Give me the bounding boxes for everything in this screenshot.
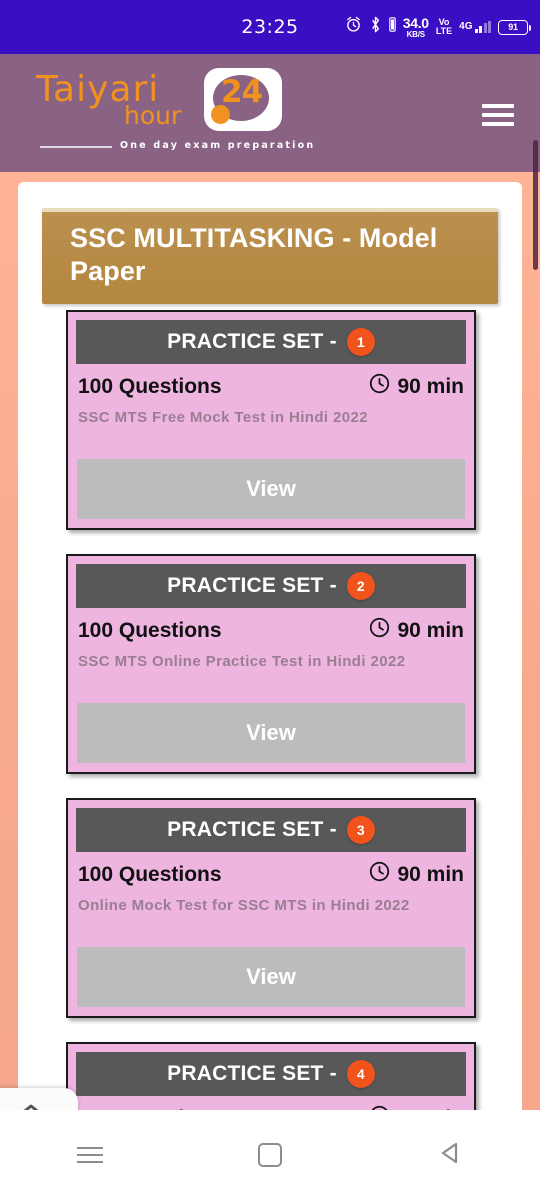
card-header: PRACTICE SET - 4 (76, 1052, 466, 1096)
card-description: SSC MTS Online Practice Test in Hindi 20… (78, 653, 406, 670)
content-container: SSC MULTITASKING - Model Paper PRACTICE … (18, 182, 522, 1110)
duration-group: 90 min (369, 373, 464, 400)
logo-24-badge: 24 (204, 68, 282, 131)
hamburger-menu-icon[interactable] (482, 104, 514, 126)
practice-set-card[interactable]: PRACTICE SET - 3 100 Questions 90 min On… (66, 798, 476, 1018)
volte-icon: Vo LTE (436, 18, 452, 36)
logo-badge-number: 24 (221, 74, 263, 110)
card-meta-row: 100 Questions 90 min (68, 611, 474, 646)
question-count: 100 Questions (78, 374, 222, 398)
question-count: 100 Questions (78, 618, 222, 642)
card-number-badge: 2 (346, 572, 375, 600)
card-title: PRACTICE SET - (167, 1062, 337, 1085)
logo-divider (40, 146, 112, 148)
nav-recents-button[interactable] (45, 1128, 135, 1182)
brand-logo[interactable]: Taiyari hour 24 One day exam preparation (36, 68, 313, 162)
card-number-badge: 1 (346, 328, 375, 356)
card-meta-row: 100 Questions 90 min (68, 367, 474, 402)
nav-home-button[interactable] (225, 1128, 315, 1182)
home-square-icon (258, 1143, 282, 1167)
card-header: PRACTICE SET - 1 (76, 320, 466, 364)
card-description: Online Mock Test for SSC MTS in Hindi 20… (78, 897, 410, 914)
network-speed-unit: KB/S (406, 29, 426, 39)
card-meta-row: 100 Questions 90 min (68, 1099, 474, 1110)
card-meta-row: 100 Questions 90 min (68, 855, 474, 890)
signal-bars-icon (474, 21, 491, 33)
clock-icon (369, 373, 390, 400)
card-title: PRACTICE SET - (167, 574, 337, 597)
battery-icon: 91 (498, 19, 531, 35)
card-number-badge: 3 (346, 816, 375, 844)
card-header: PRACTICE SET - 2 (76, 564, 466, 608)
app-header: Taiyari hour 24 One day exam preparation (0, 54, 540, 172)
practice-set-card[interactable]: PRACTICE SET - 1 100 Questions 90 min SS… (66, 310, 476, 530)
clock-icon (369, 861, 390, 888)
back-triangle-icon (439, 1141, 461, 1170)
view-button[interactable]: View (77, 947, 465, 1007)
logo-tagline: One day exam preparation (120, 140, 316, 151)
network-speed-value: 34.0 (402, 14, 429, 31)
android-nav-bar (0, 1110, 540, 1200)
network-type-label: 4G (459, 21, 473, 32)
card-title: PRACTICE SET - (167, 818, 337, 841)
card-title: PRACTICE SET - (167, 330, 337, 353)
view-button[interactable]: View (77, 703, 465, 763)
practice-set-list: PRACTICE SET - 1 100 Questions 90 min SS… (66, 310, 476, 1110)
bluetooth-battery-icon (389, 17, 396, 37)
page-title: SSC MULTITASKING - Model Paper (70, 223, 438, 286)
signal-strength-icon: 4G (459, 21, 491, 33)
network-speed-indicator: 34.0 KB/S (403, 16, 429, 39)
page-title-banner: SSC MULTITASKING - Model Paper (42, 208, 498, 304)
card-number-badge: 4 (346, 1060, 375, 1088)
duration-text: 90 min (397, 374, 464, 398)
duration-text: 90 min (397, 862, 464, 886)
question-count: 100 Questions (78, 862, 222, 886)
logo-secondary-text: hour (124, 101, 182, 130)
status-bar-icons: 34.0 KB/S Vo LTE 4G 91 (345, 16, 531, 39)
practice-set-card[interactable]: PRACTICE SET - 4 100 Questions (66, 1042, 476, 1110)
page-scrollbar[interactable] (533, 140, 538, 270)
volte-line2: LTE (435, 26, 453, 36)
status-bar: 23:25 34.0 KB/S Vo LTE 4G 91 (0, 0, 540, 54)
card-header: PRACTICE SET - 3 (76, 808, 466, 852)
view-button[interactable]: View (77, 459, 465, 519)
duration-group: 90 min (369, 617, 464, 644)
content-viewport: SSC MULTITASKING - Model Paper PRACTICE … (18, 182, 522, 1110)
card-description: SSC MTS Free Mock Test in Hindi 2022 (78, 409, 369, 426)
recents-icon (77, 1146, 103, 1164)
alarm-clock-icon (345, 16, 362, 38)
phone-screen: 23:25 34.0 KB/S Vo LTE 4G 91 Taiyari hou… (0, 0, 540, 1200)
battery-percent: 91 (508, 22, 518, 32)
bluetooth-icon (369, 16, 382, 38)
duration-group: 90 min (369, 861, 464, 888)
nav-back-button[interactable] (405, 1128, 495, 1182)
practice-set-card[interactable]: PRACTICE SET - 2 100 Questions 90 min SS… (66, 554, 476, 774)
duration-text: 90 min (397, 618, 464, 642)
clock-icon (369, 617, 390, 644)
